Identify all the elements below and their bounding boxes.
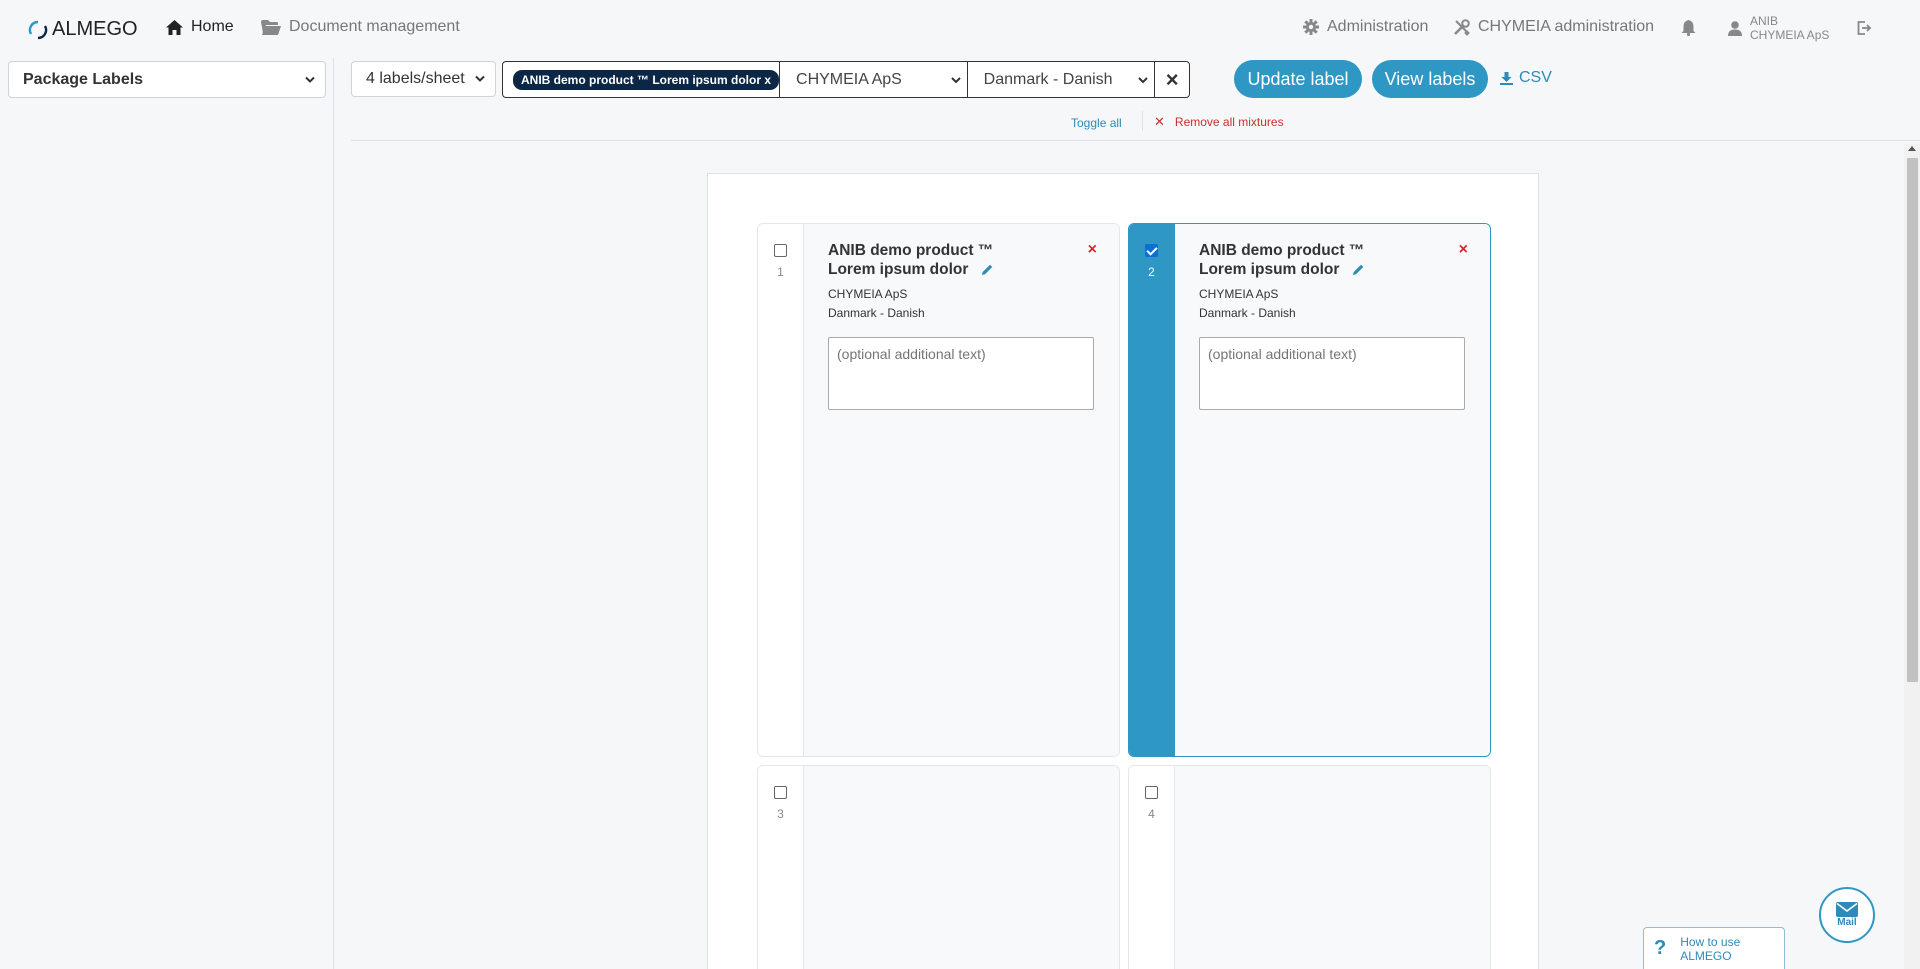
label-card: 3	[757, 765, 1120, 969]
clear-selection-button[interactable]: ×	[1155, 62, 1189, 97]
pencil-icon[interactable]	[981, 263, 994, 276]
label-selector: 3	[758, 766, 804, 969]
label-body: ANIB demo product ™ Lorem ipsum dolor × …	[804, 224, 1119, 756]
label-title: ANIB demo product ™ Lorem ipsum dolor	[1199, 241, 1399, 279]
label-title-text: ANIB demo product ™ Lorem ipsum dolor	[828, 242, 994, 278]
bell-icon	[1681, 20, 1696, 36]
label-selector: 4	[1129, 766, 1175, 969]
brand-logo[interactable]: ALMEGO	[28, 18, 138, 41]
csv-label: CSV	[1519, 69, 1552, 86]
labels-per-sheet-value: 4 labels/sheet	[366, 70, 465, 87]
label-card: 1 ANIB demo product ™ Lorem ipsum dolor …	[757, 223, 1120, 757]
remove-label-button[interactable]: ×	[1459, 241, 1468, 259]
nav-administration-label: Administration	[1327, 18, 1429, 35]
logout-icon	[1857, 21, 1872, 35]
language-select-value: Danmark - Danish	[983, 70, 1113, 88]
nav-chymeia-administration-label: CHYMEIA administration	[1478, 18, 1655, 35]
company-select-value: CHYMEIA ApS	[796, 70, 902, 88]
label-card: 4	[1128, 765, 1491, 969]
user-icon	[1728, 20, 1742, 36]
labels-per-sheet-select[interactable]: 4 labels/sheet	[351, 61, 496, 97]
section-select[interactable]: Package Labels	[8, 61, 326, 98]
close-icon: ✕	[1154, 114, 1165, 129]
almego-logo-icon	[28, 20, 48, 39]
nav-home[interactable]: Home	[166, 18, 234, 36]
nav-chymeia-administration[interactable]: CHYMEIA administration	[1453, 18, 1654, 36]
label-language: Danmark - Danish	[828, 306, 925, 320]
label-selector: 2	[1129, 224, 1175, 756]
section-select-value: Package Labels	[23, 70, 144, 88]
label-number: 3	[777, 807, 784, 821]
label-body: ANIB demo product ™ Lorem ipsum dolor × …	[1175, 224, 1490, 756]
toggle-all-link[interactable]: Toggle all	[1071, 116, 1122, 130]
label-body	[804, 766, 1119, 969]
nav-document-management[interactable]: Document management	[261, 18, 460, 36]
top-navbar: ALMEGO Home Document management Administ…	[0, 0, 1920, 58]
nav-administration[interactable]: Administration	[1303, 18, 1428, 36]
question-mark-icon: ?	[1654, 937, 1667, 959]
remove-all-mixtures-link[interactable]: ✕ Remove all mixtures	[1154, 114, 1284, 130]
label-checkbox[interactable]	[774, 786, 787, 799]
remove-label-button[interactable]: ×	[1088, 241, 1097, 259]
scrollbar[interactable]	[1904, 144, 1920, 969]
company-select[interactable]: CHYMEIA ApS	[780, 62, 968, 97]
how-to-use-label: How to use ALMEGO	[1680, 934, 1741, 963]
pencil-icon[interactable]	[1352, 263, 1365, 276]
chevron-down-icon	[1138, 77, 1148, 84]
label-checkbox[interactable]	[1145, 244, 1158, 257]
additional-text-input[interactable]	[1199, 337, 1465, 410]
remove-all-mixtures-label: Remove all mixtures	[1174, 115, 1284, 129]
product-chip[interactable]: ANIB demo product ™ Lorem ipsum dolor x	[513, 69, 780, 90]
sidebar: Package Labels	[0, 58, 334, 969]
download-icon	[1500, 71, 1513, 85]
divider	[1142, 111, 1143, 131]
label-company: CHYMEIA ApS	[828, 287, 908, 301]
chevron-down-icon	[950, 77, 961, 84]
csv-download-link[interactable]: CSV	[1500, 69, 1552, 87]
divider	[351, 140, 1920, 141]
chevron-down-icon	[475, 75, 485, 82]
brand-name: ALMEGO	[52, 18, 138, 40]
label-filter-group: ANIB demo product ™ Lorem ipsum dolor x …	[502, 61, 1190, 98]
label-title: ANIB demo product ™ Lorem ipsum dolor	[828, 241, 1028, 279]
label-number: 4	[1148, 807, 1155, 821]
logout-button[interactable]	[1857, 21, 1880, 35]
nav-home-label: Home	[191, 18, 234, 35]
mail-button[interactable]: Mail	[1819, 887, 1875, 943]
envelope-icon	[1836, 902, 1858, 917]
chevron-down-icon	[305, 76, 315, 83]
label-title-text: ANIB demo product ™ Lorem ipsum dolor	[1199, 242, 1365, 278]
notifications-button[interactable]	[1681, 20, 1704, 36]
folder-open-icon	[261, 19, 281, 35]
mail-label: Mail	[1837, 917, 1857, 928]
user-name: ANIB	[1750, 14, 1779, 28]
language-select[interactable]: Danmark - Danish	[968, 62, 1156, 97]
update-label-button[interactable]: Update label	[1234, 60, 1362, 98]
label-language: Danmark - Danish	[1199, 306, 1296, 320]
label-checkbox[interactable]	[774, 244, 787, 257]
how-to-use-button[interactable]: ? How to use ALMEGO	[1643, 927, 1785, 969]
label-selector: 1	[758, 224, 804, 756]
additional-text-input[interactable]	[828, 337, 1094, 410]
label-number: 2	[1148, 265, 1155, 279]
scroll-up-arrow-icon[interactable]	[1908, 146, 1916, 151]
tools-icon	[1454, 18, 1470, 36]
user-menu[interactable]: ANIB CHYMEIA ApS	[1728, 14, 1829, 42]
product-select[interactable]: ANIB demo product ™ Lorem ipsum dolor x	[503, 62, 781, 97]
label-number: 1	[777, 265, 784, 279]
label-card: 2 ANIB demo product ™ Lorem ipsum dolor …	[1128, 223, 1491, 757]
scrollbar-thumb[interactable]	[1907, 158, 1918, 682]
nav-document-management-label: Document management	[289, 18, 460, 35]
home-icon	[166, 19, 183, 35]
label-company: CHYMEIA ApS	[1199, 287, 1279, 301]
view-labels-button[interactable]: View labels	[1372, 60, 1488, 98]
gear-icon	[1303, 19, 1319, 35]
label-body	[1175, 766, 1490, 969]
label-sheet: 1 ANIB demo product ™ Lorem ipsum dolor …	[707, 173, 1539, 969]
label-checkbox[interactable]	[1145, 786, 1158, 799]
user-info: ANIB CHYMEIA ApS	[1750, 14, 1829, 42]
user-company: CHYMEIA ApS	[1750, 28, 1830, 42]
